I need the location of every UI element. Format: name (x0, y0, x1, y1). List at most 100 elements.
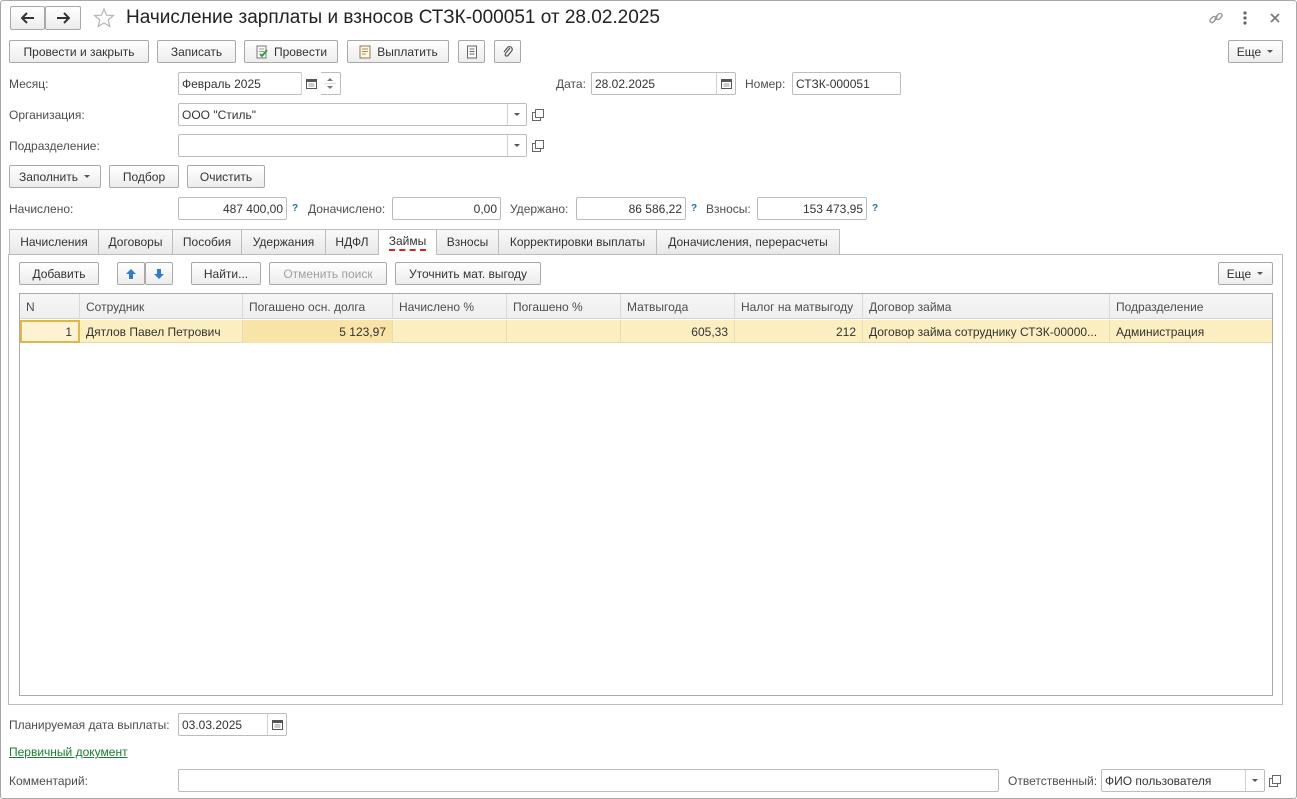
col-loan-contract[interactable]: Договор займа (863, 294, 1110, 319)
report-button[interactable] (458, 40, 485, 63)
extra-accrued-field: 0,00 (392, 197, 501, 220)
date-field[interactable]: 28.02.2025 (591, 72, 736, 95)
row-benefit-tax-cell[interactable]: 212 (735, 320, 863, 343)
open-form-icon (532, 109, 544, 121)
more-button[interactable]: Еще (1228, 40, 1283, 63)
more-button-label: Еще (1236, 44, 1262, 59)
post-button-label: Провести (273, 44, 328, 59)
post-and-close-button[interactable]: Провести и закрыть (9, 40, 149, 63)
withheld-help-icon[interactable]: ? (691, 203, 697, 214)
withheld-value: 86 586,22 (628, 201, 682, 216)
tab-loans-label: Займы (388, 234, 427, 251)
calendar-icon (271, 720, 283, 730)
move-up-button[interactable] (117, 262, 145, 285)
primary-document-link[interactable]: Первичный документ (9, 745, 128, 759)
row-n-cell[interactable]: 1 (20, 320, 80, 343)
report-icon (466, 45, 477, 58)
organization-dropdown-button[interactable] (507, 104, 526, 125)
organization-open-button[interactable] (529, 106, 547, 124)
attachment-button[interactable] (494, 40, 521, 63)
tab-deductions[interactable]: Удержания (241, 229, 326, 254)
col-benefit-tax[interactable]: Налог на матвыгоду (735, 294, 863, 319)
chevron-down-icon (514, 143, 520, 147)
row-loan-contract-cell[interactable]: Договор займа сотруднику СТЗК-00000... (863, 320, 1110, 343)
month-calendar-button[interactable] (301, 73, 321, 94)
chevron-down-icon (1252, 778, 1258, 782)
pay-button[interactable]: Выплатить (347, 40, 449, 63)
move-down-button[interactable] (145, 262, 173, 285)
refine-benefit-button[interactable]: Уточнить мат. выгоду (395, 262, 541, 285)
pick-button[interactable]: Подбор (109, 165, 179, 188)
arrow-right-icon (57, 12, 70, 24)
month-label: Месяц: (9, 77, 49, 91)
col-employee[interactable]: Сотрудник (80, 294, 243, 319)
chevron-down-icon (1267, 49, 1274, 53)
row-benefit-cell[interactable]: 605,33 (621, 320, 735, 343)
tab-ndfl[interactable]: НДФЛ (325, 229, 379, 254)
post-document-icon (256, 45, 268, 58)
tab-recalculations[interactable]: Доначисления, перерасчеты (656, 229, 840, 254)
col-interest-repaid[interactable]: Погашено % (507, 294, 621, 319)
month-spin-button[interactable] (321, 72, 341, 95)
comment-field[interactable] (178, 769, 999, 792)
organization-field[interactable]: ООО "Стиль" (178, 103, 527, 126)
arrow-down-icon (154, 268, 164, 279)
arrow-left-icon (20, 12, 34, 24)
department-dropdown-button[interactable] (507, 135, 526, 156)
month-field[interactable]: Февраль 2025 (178, 72, 302, 95)
table-row[interactable]: 1 Дятлов Павел Петрович 5 123,97 605,33 … (20, 320, 1272, 343)
col-interest-accrued[interactable]: Начислено % (393, 294, 507, 319)
col-principal-repaid[interactable]: Погашено осн. долга (243, 294, 393, 319)
date-calendar-button[interactable] (716, 73, 735, 94)
back-button[interactable] (10, 6, 45, 30)
row-interest-accrued-cell[interactable] (393, 320, 507, 343)
department-label: Подразделение: (9, 139, 100, 153)
favorite-star-icon[interactable] (93, 7, 115, 29)
post-button[interactable]: Провести (244, 40, 338, 63)
row-principal-cell[interactable]: 5 123,97 (243, 320, 393, 343)
close-icon[interactable] (1268, 10, 1282, 26)
row-interest-repaid-cell[interactable] (507, 320, 621, 343)
tab-benefits[interactable]: Пособия (172, 229, 242, 254)
extra-accrued-label: Доначислено: (308, 202, 386, 216)
save-button[interactable]: Записать (157, 40, 236, 63)
tab-contributions[interactable]: Взносы (436, 229, 499, 254)
calendar-icon (306, 79, 317, 89)
tab-payment-corrections[interactable]: Корректировки выплаты (498, 229, 657, 254)
department-field[interactable] (178, 134, 527, 157)
pay-button-label: Выплатить (377, 44, 438, 59)
find-button[interactable]: Найти... (191, 262, 261, 285)
link-icon[interactable] (1207, 9, 1225, 27)
withheld-field: 86 586,22 (576, 197, 686, 220)
col-material-benefit[interactable]: Матвыгода (621, 294, 735, 319)
responsible-label: Ответственный: (1008, 774, 1098, 788)
pay-date-calendar-button[interactable] (267, 714, 286, 735)
responsible-dropdown-button[interactable] (1245, 770, 1264, 791)
fill-button[interactable]: Заполнить (9, 165, 101, 188)
col-n[interactable]: N (20, 294, 80, 319)
loans-table[interactable]: N Сотрудник Погашено осн. долга Начислен… (19, 293, 1273, 696)
tab-accruals[interactable]: Начисления (9, 229, 99, 254)
clear-button[interactable]: Очистить (187, 165, 265, 188)
add-row-button[interactable]: Добавить (19, 262, 99, 285)
row-employee-cell[interactable]: Дятлов Павел Петрович (80, 320, 243, 343)
number-label: Номер: (745, 77, 786, 91)
more-vertical-icon[interactable] (1238, 9, 1252, 27)
cancel-search-button[interactable]: Отменить поиск (269, 262, 387, 285)
tab-contracts[interactable]: Договоры (98, 229, 173, 254)
col-department[interactable]: Подразделение (1110, 294, 1272, 319)
responsible-field[interactable]: ФИО пользователя (1101, 769, 1265, 792)
accrued-help-icon[interactable]: ? (292, 203, 298, 214)
fill-button-label: Заполнить (19, 169, 78, 184)
forward-button[interactable] (45, 6, 81, 30)
spin-arrows-icon (324, 78, 336, 89)
pay-date-label: Планируемая дата выплаты: (9, 718, 170, 732)
tab-loans[interactable]: Займы (378, 229, 437, 255)
chevron-down-icon (514, 112, 520, 116)
responsible-open-button[interactable] (1266, 772, 1284, 790)
row-department-cell[interactable]: Администрация (1110, 320, 1272, 343)
number-field[interactable]: СТЗК-000051 (792, 72, 901, 95)
table-more-button[interactable]: Еще (1218, 262, 1273, 285)
contributions-help-icon[interactable]: ? (872, 203, 878, 214)
department-open-button[interactable] (529, 137, 547, 155)
